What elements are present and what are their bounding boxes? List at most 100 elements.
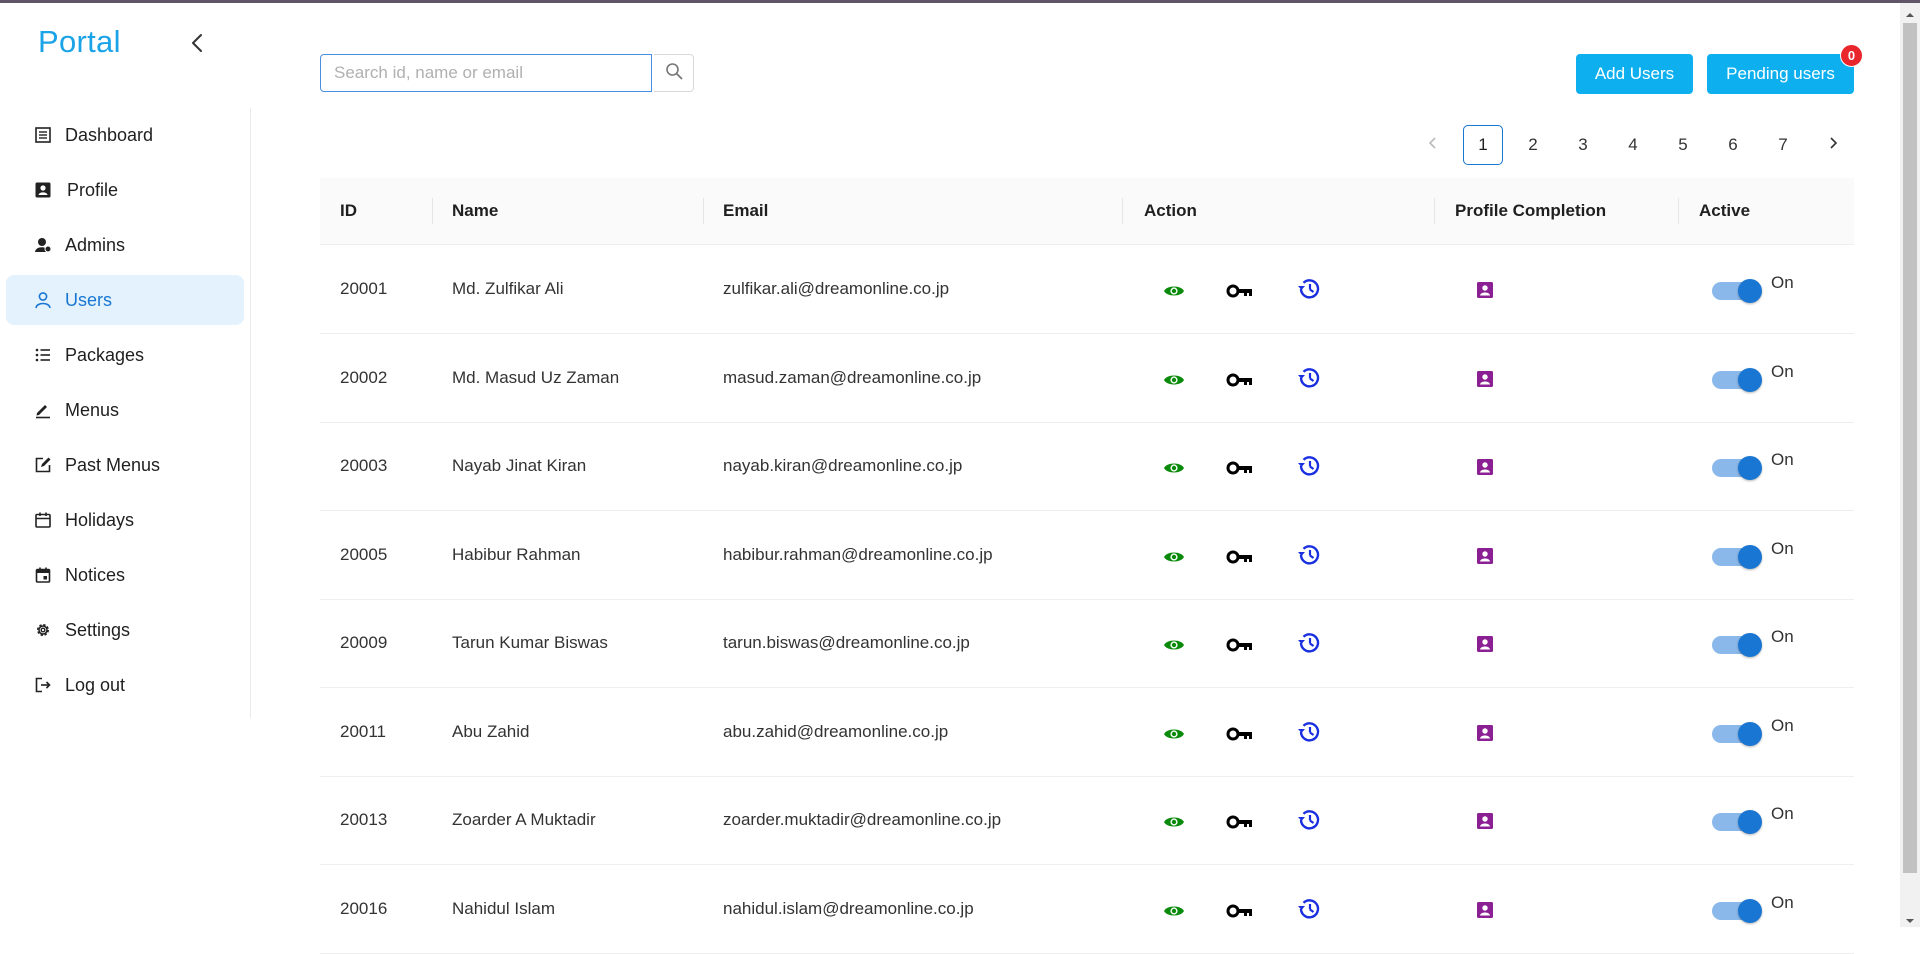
active-toggle[interactable]: [1712, 720, 1762, 746]
history-icon[interactable]: [1295, 452, 1323, 480]
toggle-knob: [1738, 898, 1762, 923]
dashboard-icon: [34, 126, 52, 144]
cell-email: zoarder.muktadir@dreamonline.co.jp: [723, 810, 1002, 829]
user-icon: [34, 291, 52, 309]
column-divider: [1434, 198, 1435, 224]
scroll-down-arrow[interactable]: [1905, 913, 1915, 923]
reset-password-key-icon[interactable]: [1224, 277, 1256, 305]
sidebar-item-packages[interactable]: Packages: [6, 330, 244, 380]
reset-password-key-icon[interactable]: [1224, 720, 1256, 748]
cell-id: 20009: [340, 633, 388, 652]
history-icon[interactable]: [1295, 541, 1323, 569]
active-toggle[interactable]: [1712, 543, 1762, 569]
sidebar-item-dashboard[interactable]: Dashboard: [6, 110, 244, 160]
active-toggle[interactable]: [1712, 277, 1762, 303]
view-eye-icon[interactable]: [1160, 543, 1188, 571]
pending-users-button[interactable]: Pending users: [1707, 54, 1854, 94]
sidebar-item-label: Settings: [65, 619, 131, 640]
profile-completion-icon[interactable]: [1471, 719, 1499, 747]
active-toggle[interactable]: [1712, 897, 1762, 923]
view-eye-icon[interactable]: [1160, 631, 1188, 659]
sidebar-item-logout[interactable]: Log out: [6, 660, 244, 710]
scrollbar-thumb[interactable]: [1903, 23, 1917, 873]
view-eye-icon[interactable]: [1160, 277, 1188, 305]
sidebar-item-past-menus[interactable]: Past Menus: [6, 440, 244, 490]
column-header-id: ID: [340, 201, 357, 220]
pagination-page[interactable]: 7: [1763, 125, 1803, 165]
pagination-page[interactable]: 4: [1613, 125, 1653, 165]
profile-card-icon: [34, 181, 52, 199]
sidebar-item-profile[interactable]: Profile: [6, 165, 244, 215]
view-eye-icon[interactable]: [1160, 897, 1188, 925]
active-status-label: On: [1771, 892, 1794, 912]
profile-completion-icon[interactable]: [1471, 276, 1499, 304]
toggle-knob: [1738, 279, 1762, 303]
add-users-button[interactable]: Add Users: [1576, 54, 1693, 94]
pagination-page[interactable]: 3: [1563, 125, 1603, 165]
active-toggle[interactable]: [1712, 366, 1762, 392]
reset-password-key-icon[interactable]: [1224, 543, 1256, 571]
cell-name: Nayab Jinat Kiran: [452, 456, 587, 475]
sidebar-item-label: Past Menus: [65, 454, 161, 475]
history-icon[interactable]: [1295, 364, 1323, 392]
view-eye-icon[interactable]: [1160, 720, 1188, 748]
pagination-page[interactable]: 6: [1713, 125, 1753, 165]
reset-password-key-icon[interactable]: [1224, 897, 1256, 925]
history-icon[interactable]: [1295, 718, 1323, 746]
view-eye-icon[interactable]: [1160, 454, 1188, 482]
active-toggle[interactable]: [1712, 808, 1762, 834]
sidebar-item-users[interactable]: Users: [6, 275, 244, 325]
history-icon[interactable]: [1295, 895, 1323, 923]
table-row: 20001 Md. Zulfikar Ali zulfikar.ali@drea…: [320, 245, 1854, 334]
cell-email: nayab.kiran@dreamonline.co.jp: [723, 456, 963, 475]
pagination-next[interactable]: [1813, 125, 1853, 165]
brand-logo[interactable]: Portal: [38, 24, 121, 60]
reset-password-key-icon[interactable]: [1224, 454, 1256, 482]
search-input[interactable]: [320, 54, 652, 92]
reset-password-key-icon[interactable]: [1224, 366, 1256, 394]
edit-square-icon: [34, 456, 52, 474]
profile-completion-icon[interactable]: [1471, 807, 1499, 835]
chevron-left-icon: [1427, 135, 1439, 155]
history-icon[interactable]: [1295, 275, 1323, 303]
scroll-up-arrow[interactable]: [1905, 7, 1915, 17]
pagination-page[interactable]: 5: [1663, 125, 1703, 165]
column-header-action: Action: [1144, 201, 1197, 220]
active-status-label: On: [1771, 804, 1794, 823]
pagination-page[interactable]: 2: [1513, 125, 1553, 165]
sidebar-item-settings[interactable]: Settings: [6, 605, 244, 655]
active-toggle[interactable]: [1712, 454, 1762, 480]
sidebar-item-holidays[interactable]: Holidays: [6, 495, 244, 545]
toggle-knob: [1738, 544, 1762, 569]
search-button[interactable]: [654, 54, 694, 92]
reset-password-key-icon[interactable]: [1224, 631, 1256, 659]
pagination-page[interactable]: 1: [1463, 125, 1503, 165]
profile-completion-icon[interactable]: [1471, 453, 1499, 481]
calendar-event-icon: [34, 566, 52, 584]
history-icon[interactable]: [1295, 806, 1323, 834]
profile-completion-icon[interactable]: [1471, 630, 1499, 658]
sidebar-nav: Dashboard Profile Admins Users Packages …: [0, 108, 251, 718]
pagination-prev[interactable]: [1413, 125, 1453, 165]
scrollbar[interactable]: [1900, 3, 1920, 927]
active-toggle[interactable]: [1712, 631, 1762, 657]
profile-completion-icon[interactable]: [1471, 896, 1499, 924]
table-row: 20003 Nayab Jinat Kiran nayab.kiran@drea…: [320, 422, 1854, 511]
toggle-knob: [1738, 456, 1762, 480]
profile-completion-icon[interactable]: [1471, 542, 1499, 570]
sidebar-item-admins[interactable]: Admins: [6, 220, 244, 270]
view-eye-icon[interactable]: [1160, 808, 1188, 836]
sidebar-item-notices[interactable]: Notices: [6, 550, 244, 600]
cell-id: 20001: [340, 279, 388, 298]
reset-password-key-icon[interactable]: [1224, 808, 1256, 836]
cell-name: Habibur Rahman: [452, 544, 581, 564]
sidebar-item-label: Menus: [65, 399, 120, 420]
history-icon[interactable]: [1295, 629, 1323, 657]
sidebar-item-label: Holidays: [65, 509, 135, 530]
window-top-border: [0, 0, 1920, 3]
cell-name: Zoarder A Muktadir: [452, 810, 596, 829]
view-eye-icon[interactable]: [1160, 366, 1188, 394]
collapse-sidebar-icon[interactable]: [186, 30, 210, 56]
sidebar-item-menus[interactable]: Menus: [6, 385, 244, 435]
profile-completion-icon[interactable]: [1471, 365, 1499, 393]
